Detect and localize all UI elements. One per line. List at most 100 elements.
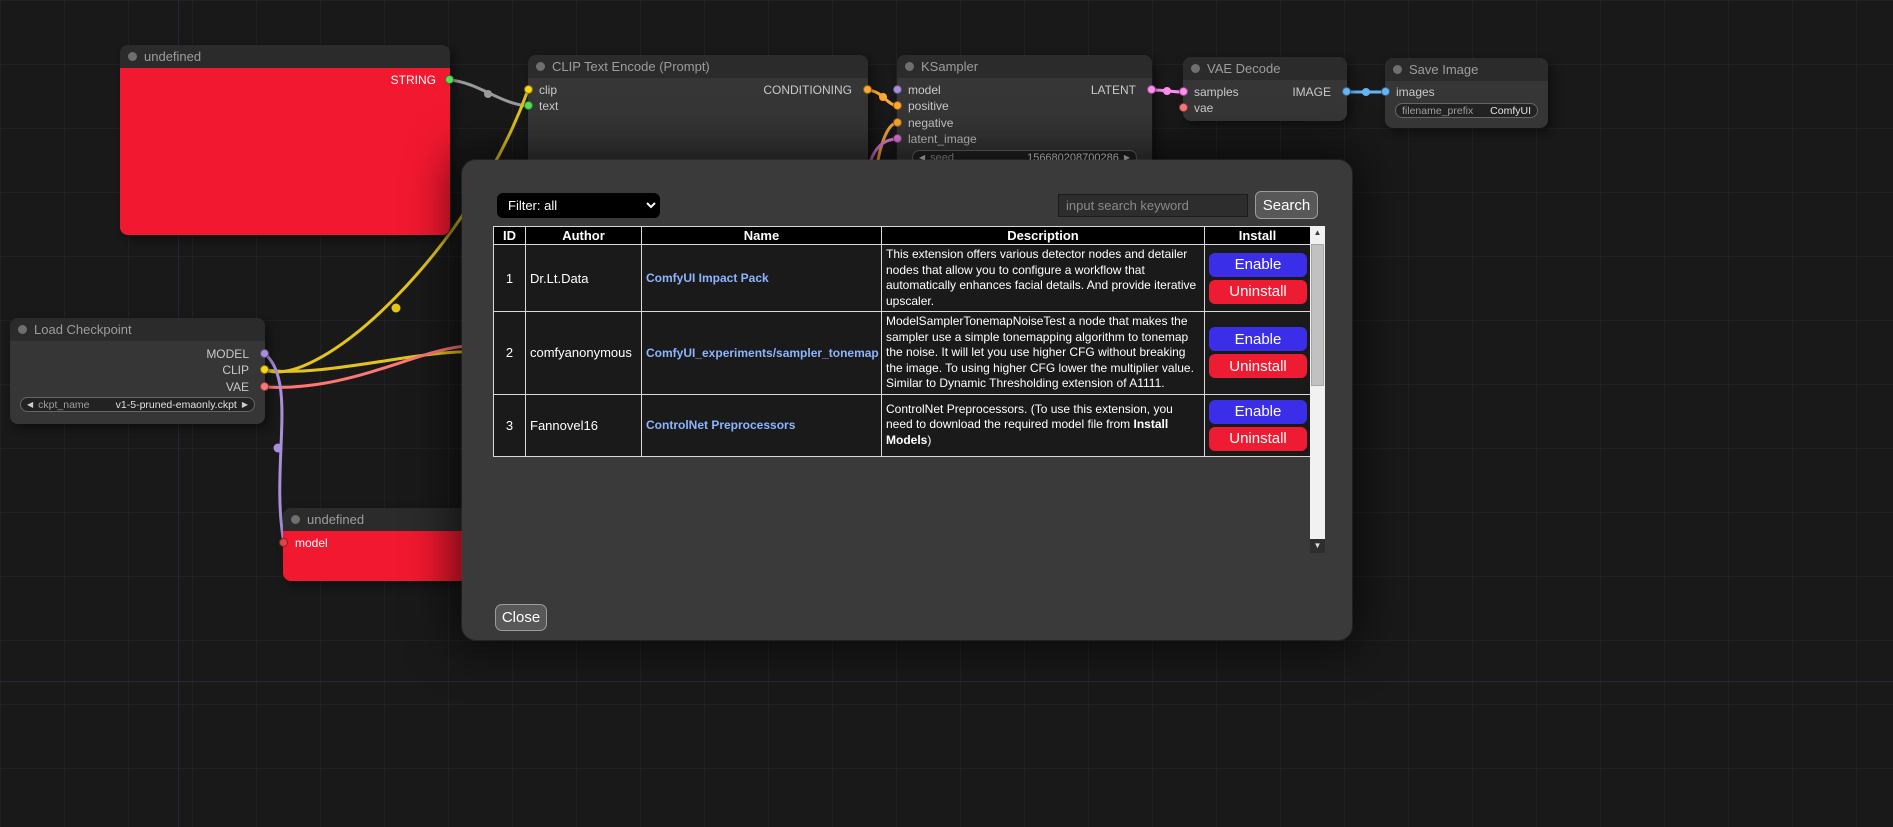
output-slot-image[interactable] bbox=[1342, 87, 1351, 96]
output-slot-vae[interactable] bbox=[260, 382, 269, 391]
input-slot-model[interactable] bbox=[893, 85, 902, 94]
node-undefined-string[interactable]: undefined STRING bbox=[120, 45, 450, 235]
description-text: This extension offers various detector n… bbox=[886, 247, 1196, 308]
input-label-clip: clip bbox=[539, 83, 557, 97]
output-label-latent: LATENT bbox=[1091, 83, 1136, 97]
node-ksampler[interactable]: KSampler model positive negative latent_… bbox=[897, 55, 1152, 167]
input-slot-positive[interactable] bbox=[893, 101, 902, 110]
node-title: undefined bbox=[307, 512, 364, 527]
node-header[interactable]: undefined bbox=[120, 45, 450, 68]
close-button[interactable]: Close bbox=[495, 604, 547, 631]
node-save-image[interactable]: Save Image images filename_prefix ComfyU… bbox=[1385, 58, 1548, 128]
extension-row: 3 Fannovel16 ControlNet Preprocessors Co… bbox=[494, 394, 1311, 456]
output-slot-model[interactable] bbox=[260, 349, 269, 358]
node-vae-decode[interactable]: VAE Decode samples vae IMAGE bbox=[1183, 57, 1347, 121]
node-header[interactable]: Load Checkpoint bbox=[10, 318, 265, 341]
node-undefined-model[interactable]: undefined model bbox=[283, 508, 469, 581]
node-title: undefined bbox=[144, 49, 201, 64]
extension-id: 1 bbox=[494, 245, 526, 312]
input-slot-clip[interactable] bbox=[524, 85, 533, 94]
extension-description: ModelSamplerTonemapNoiseTest a node that… bbox=[882, 312, 1205, 395]
extension-link[interactable]: ComfyUI Impact Pack bbox=[646, 271, 769, 285]
comfyui-graph-canvas[interactable]: undefined STRING CLIP Text Encode (Promp… bbox=[0, 0, 1893, 827]
node-title: CLIP Text Encode (Prompt) bbox=[552, 59, 710, 74]
node-collapse-dot-icon[interactable] bbox=[536, 62, 545, 71]
uninstall-button[interactable]: Uninstall bbox=[1209, 354, 1307, 378]
output-slot-latent[interactable] bbox=[1147, 85, 1156, 94]
description-suffix-text: ) bbox=[927, 433, 931, 447]
node-collapse-dot-icon[interactable] bbox=[905, 62, 914, 71]
filter-select[interactable]: Filter: all bbox=[497, 193, 660, 218]
node-header[interactable]: CLIP Text Encode (Prompt) bbox=[528, 55, 868, 78]
description-text: ControlNet Preprocessors. (To use this e… bbox=[886, 402, 1173, 432]
input-label-latent-image: latent_image bbox=[908, 132, 977, 146]
search-input[interactable] bbox=[1058, 194, 1248, 217]
filename-prefix-value: ComfyUI bbox=[1490, 105, 1531, 117]
extension-row: 2 comfyanonymous ComfyUI_experiments/sam… bbox=[494, 312, 1311, 395]
scrollbar-down-arrow-icon[interactable]: ▼ bbox=[1310, 539, 1325, 553]
uninstall-button[interactable]: Uninstall bbox=[1209, 280, 1307, 304]
extension-author: Fannovel16 bbox=[526, 394, 642, 456]
node-collapse-dot-icon[interactable] bbox=[1393, 65, 1402, 74]
node-header[interactable]: Save Image bbox=[1385, 58, 1548, 81]
input-slot-model[interactable] bbox=[279, 538, 288, 547]
table-scrollbar[interactable]: ▲ ▼ bbox=[1310, 226, 1325, 553]
node-header[interactable]: undefined bbox=[283, 508, 469, 531]
enable-button[interactable]: Enable bbox=[1209, 327, 1307, 351]
custom-nodes-manager-dialog: Filter: all Search ID Author Name Descri… bbox=[462, 160, 1352, 640]
extension-link[interactable]: ComfyUI_experiments/sampler_tonemap bbox=[646, 346, 879, 360]
node-collapse-dot-icon[interactable] bbox=[1191, 64, 1200, 73]
extension-description: This extension offers various detector n… bbox=[882, 245, 1205, 312]
input-slot-negative[interactable] bbox=[893, 118, 902, 127]
extension-link[interactable]: ControlNet Preprocessors bbox=[646, 418, 795, 432]
enable-button[interactable]: Enable bbox=[1209, 400, 1307, 424]
output-label-clip: CLIP bbox=[222, 363, 249, 377]
ckpt-name-widget[interactable]: ◀ ckpt_name v1-5-pruned-emaonly.ckpt ▶ bbox=[20, 397, 255, 412]
filename-prefix-widget[interactable]: filename_prefix ComfyUI bbox=[1395, 103, 1538, 118]
scrollbar-thumb[interactable] bbox=[1311, 244, 1324, 386]
column-header-name: Name bbox=[642, 227, 882, 245]
widget-left-arrow-icon[interactable]: ◀ bbox=[27, 397, 33, 412]
input-slot-samples[interactable] bbox=[1179, 87, 1188, 96]
grid-axis-horizontal bbox=[0, 681, 1893, 682]
uninstall-button[interactable]: Uninstall bbox=[1209, 427, 1307, 451]
column-header-author: Author bbox=[526, 227, 642, 245]
output-label-model: MODEL bbox=[206, 347, 249, 361]
input-label-model: model bbox=[295, 536, 328, 550]
input-label-positive: positive bbox=[908, 99, 949, 113]
node-header[interactable]: VAE Decode bbox=[1183, 57, 1347, 80]
extension-table-zone: ID Author Name Description Install 1 Dr.… bbox=[493, 226, 1327, 554]
output-label-image: IMAGE bbox=[1292, 85, 1331, 99]
extension-author: comfyanonymous bbox=[526, 312, 642, 395]
search-button[interactable]: Search bbox=[1255, 191, 1318, 219]
scrollbar-up-arrow-icon[interactable]: ▲ bbox=[1310, 226, 1325, 240]
output-slot-clip[interactable] bbox=[260, 365, 269, 374]
input-label-vae: vae bbox=[1194, 101, 1213, 115]
extension-row: 1 Dr.Lt.Data ComfyUI Impact Pack This ex… bbox=[494, 245, 1311, 312]
ckpt-name-label: ckpt_name bbox=[38, 399, 89, 411]
column-header-install: Install bbox=[1205, 227, 1311, 245]
node-collapse-dot-icon[interactable] bbox=[291, 515, 300, 524]
input-slot-latent-image[interactable] bbox=[893, 134, 902, 143]
output-slot-string[interactable] bbox=[445, 75, 454, 84]
input-label-model: model bbox=[908, 83, 941, 97]
node-title: Save Image bbox=[1409, 62, 1478, 77]
extension-id: 3 bbox=[494, 394, 526, 456]
input-slot-text[interactable] bbox=[524, 101, 533, 110]
extension-id: 2 bbox=[494, 312, 526, 395]
node-collapse-dot-icon[interactable] bbox=[128, 52, 137, 61]
output-label-vae: VAE bbox=[226, 380, 249, 394]
enable-button[interactable]: Enable bbox=[1209, 253, 1307, 277]
input-slot-vae[interactable] bbox=[1179, 103, 1188, 112]
input-label-negative: negative bbox=[908, 116, 953, 130]
node-title: KSampler bbox=[921, 59, 978, 74]
extension-author: Dr.Lt.Data bbox=[526, 245, 642, 312]
column-header-description: Description bbox=[882, 227, 1205, 245]
node-load-checkpoint[interactable]: Load Checkpoint MODEL CLIP VAE ◀ ckpt_na… bbox=[10, 318, 265, 424]
input-slot-images[interactable] bbox=[1381, 87, 1390, 96]
node-header[interactable]: KSampler bbox=[897, 55, 1152, 78]
widget-right-arrow-icon[interactable]: ▶ bbox=[242, 397, 248, 412]
output-slot-conditioning[interactable] bbox=[863, 85, 872, 94]
node-collapse-dot-icon[interactable] bbox=[18, 325, 27, 334]
input-label-samples: samples bbox=[1194, 85, 1239, 99]
